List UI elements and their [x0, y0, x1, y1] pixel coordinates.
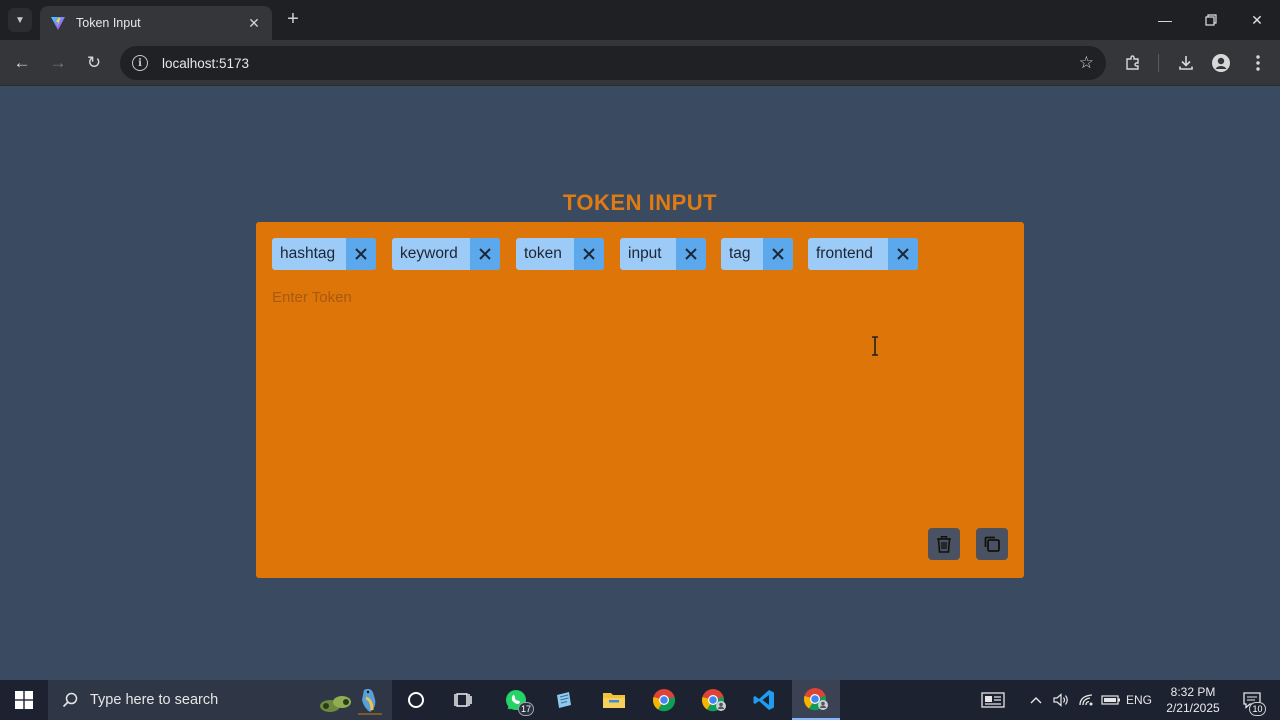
site-info-icon[interactable]: i [132, 55, 148, 71]
clock-date: 2/21/2025 [1166, 701, 1220, 715]
extensions-puzzle-icon[interactable] [1121, 51, 1145, 75]
token-label: hashtag [280, 245, 336, 262]
tray-chevron-up-icon[interactable] [1026, 680, 1046, 720]
minimize-icon[interactable]: — [1150, 8, 1180, 32]
notification-center-icon[interactable]: 10 [1234, 680, 1270, 720]
tab-close-icon[interactable]: ✕ [246, 15, 262, 32]
whatsapp-icon[interactable]: 17 [492, 680, 540, 720]
token-remove-x-icon[interactable] [470, 238, 500, 270]
token-remove-x-icon[interactable] [346, 238, 376, 270]
token-chip[interactable]: tag [721, 238, 793, 270]
token-chip[interactable]: token [516, 238, 604, 270]
windows-taskbar: Type here to search 17 ENG 8:32 PM 2/21/… [0, 680, 1280, 720]
whatsapp-unread-badge: 17 [517, 702, 534, 716]
token-text-input[interactable] [272, 286, 1008, 308]
chrome-profile-icon[interactable] [690, 680, 738, 720]
token-label: token [524, 245, 562, 262]
token-label: frontend [816, 245, 873, 262]
i-beam-cursor-icon [872, 336, 878, 356]
download-icon[interactable] [1174, 51, 1198, 75]
forward-arrow-icon[interactable]: → [46, 51, 70, 75]
app-title: TOKEN INPUT [562, 190, 718, 215]
taskbar-clock[interactable]: 8:32 PM 2/21/2025 [1156, 684, 1230, 716]
volume-speaker-icon[interactable] [1050, 680, 1072, 720]
vscode-icon[interactable] [740, 680, 788, 720]
token-chip[interactable]: input [620, 238, 706, 270]
tab-search-chevron-icon[interactable]: ▼ [8, 8, 32, 32]
search-icon [62, 692, 78, 708]
copy-tokens-button[interactable] [976, 528, 1008, 560]
token-chip[interactable]: keyword [392, 238, 500, 270]
news-widget-icon[interactable] [978, 680, 1008, 720]
chrome-active-window-icon[interactable] [792, 680, 840, 720]
clock-time: 8:32 PM [1170, 685, 1216, 699]
vite-favicon-icon [51, 17, 65, 30]
wifi-network-icon[interactable] [1076, 680, 1098, 720]
battery-icon[interactable] [1100, 680, 1122, 720]
new-tab-button[interactable]: + [282, 8, 304, 30]
back-arrow-icon[interactable]: ← [10, 51, 34, 75]
url-text[interactable]: localhost:5173 [162, 56, 1079, 71]
search-highlight-binoculars-bird-icon [320, 688, 382, 715]
token-label: tag [729, 245, 751, 262]
clear-all-button[interactable] [928, 528, 960, 560]
cortana-circle-icon[interactable] [392, 680, 440, 720]
taskbar-search-placeholder: Type here to search [90, 692, 219, 708]
language-indicator[interactable]: ENG [1124, 680, 1154, 720]
token-label: keyword [400, 245, 458, 262]
token-remove-x-icon[interactable] [763, 238, 793, 270]
trash-icon [937, 536, 951, 553]
token-label: input [628, 245, 662, 262]
address-bar[interactable]: i localhost:5173 ☆ [120, 46, 1106, 80]
token-chip[interactable]: hashtag [272, 238, 376, 270]
copy-icon [984, 536, 1000, 552]
profile-avatar-icon[interactable] [1209, 51, 1233, 75]
task-view-icon[interactable] [440, 680, 488, 720]
reload-icon[interactable]: ↻ [82, 51, 106, 75]
menu-kebab-icon[interactable] [1246, 51, 1270, 75]
file-explorer-icon[interactable] [590, 680, 638, 720]
token-input-panel[interactable]: hashtag keyword token input tag frontend [256, 222, 1024, 578]
token-remove-x-icon[interactable] [574, 238, 604, 270]
toolbar-divider [1158, 54, 1159, 72]
window-close-icon[interactable]: ✕ [1242, 8, 1272, 32]
tab-title: Token Input [76, 16, 141, 30]
taskbar-search-box[interactable]: Type here to search [48, 680, 392, 720]
page-body: TOKEN INPUT hashtag keyword token input … [0, 86, 1280, 680]
bookmark-star-icon[interactable]: ☆ [1079, 53, 1094, 73]
restore-icon[interactable] [1196, 8, 1226, 32]
notes-app-icon[interactable] [540, 680, 588, 720]
browser-toolbar: ← → ↻ i localhost:5173 ☆ [0, 40, 1280, 86]
token-remove-x-icon[interactable] [676, 238, 706, 270]
chrome-icon[interactable] [640, 680, 688, 720]
browser-tab-strip: ▼ Token Input ✕ + — ✕ [0, 0, 1280, 40]
browser-tab[interactable]: Token Input ✕ [40, 6, 272, 40]
windows-start-icon[interactable] [0, 680, 48, 720]
token-remove-x-icon[interactable] [888, 238, 918, 270]
notification-count-badge: 10 [1249, 702, 1266, 716]
token-chip[interactable]: frontend [808, 238, 918, 270]
